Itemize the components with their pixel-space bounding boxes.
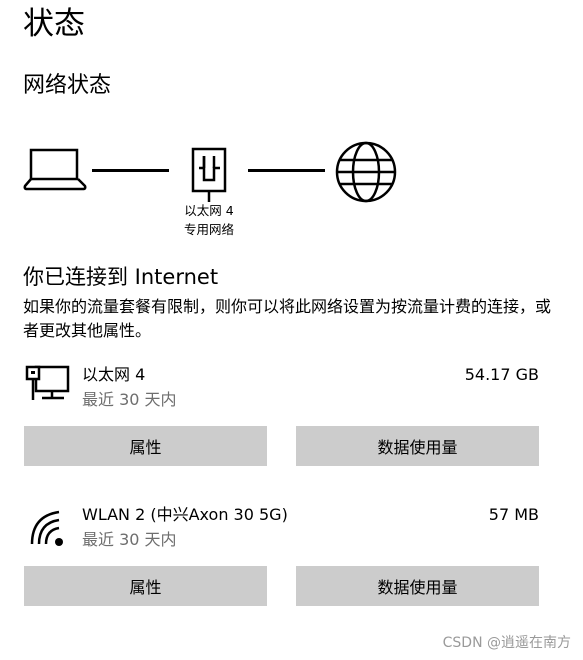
connection-line-right xyxy=(248,169,325,172)
ethernet-adapter-icon xyxy=(191,147,227,202)
globe-icon xyxy=(335,141,397,203)
properties-button[interactable]: 属性 xyxy=(24,426,267,466)
network-usage: 54.17 GB xyxy=(464,365,539,384)
network-period: 最近 30 天内 xyxy=(82,530,177,549)
network-period: 最近 30 天内 xyxy=(82,390,177,409)
network-usage: 57 MB xyxy=(488,505,539,524)
connection-line-left xyxy=(92,169,169,172)
properties-button[interactable]: 属性 xyxy=(24,566,267,606)
data-usage-button[interactable]: 数据使用量 xyxy=(296,566,539,606)
page-title: 状态 xyxy=(23,6,85,42)
data-usage-button[interactable]: 数据使用量 xyxy=(296,426,539,466)
network-name: 以太网 4 xyxy=(82,365,146,384)
adapter-label-name: 以太网 4 xyxy=(184,203,234,218)
laptop-icon xyxy=(23,148,87,191)
section-title-network-status: 网络状态 xyxy=(23,73,112,98)
connection-status-heading: 你已连接到 Internet xyxy=(23,265,219,289)
adapter-label-type: 专用网络 xyxy=(183,222,234,237)
watermark: CSDN @逍遥在南方 xyxy=(442,635,571,651)
ethernet-monitor-icon xyxy=(25,365,70,400)
connection-status-description: 如果你的流量套餐有限制，则你可以将此网络设置为按流量计费的连接，或者更改其他属性… xyxy=(23,297,552,340)
wifi-icon xyxy=(30,510,63,546)
network-name: WLAN 2 (中兴Axon 30 5G) xyxy=(82,505,288,524)
